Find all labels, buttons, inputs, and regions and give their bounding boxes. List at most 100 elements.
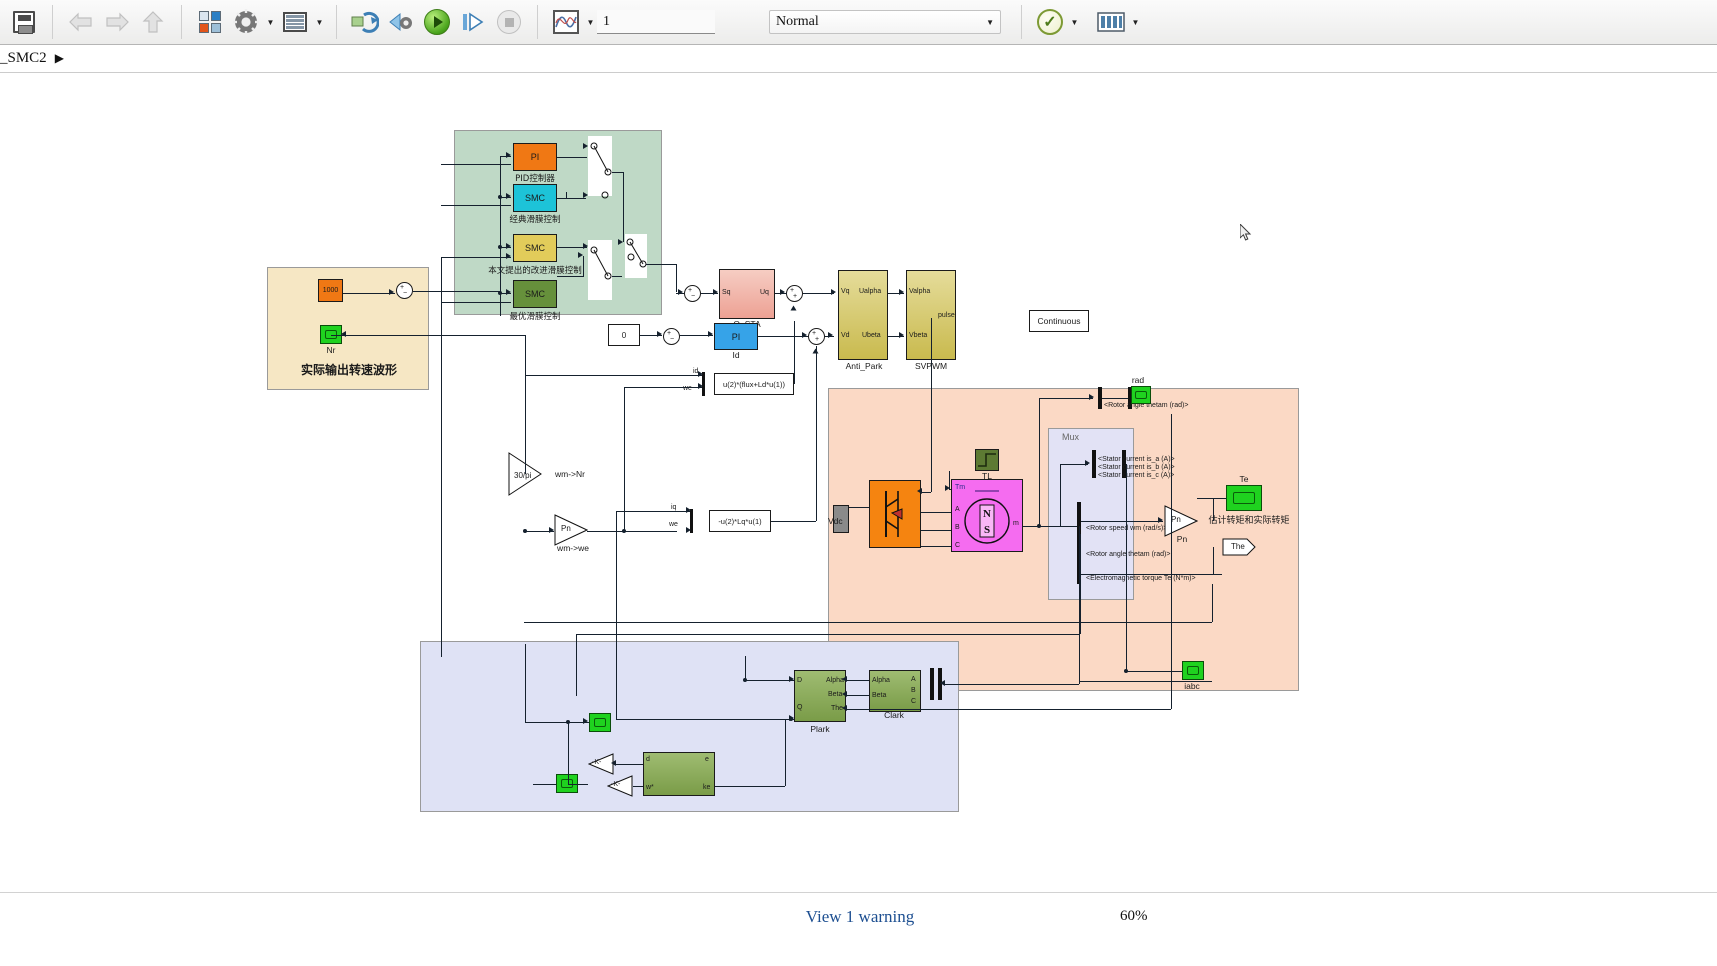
- smc-improved-text: SMC: [525, 243, 545, 253]
- sum-speed-error[interactable]: + −: [396, 282, 413, 299]
- build-model-dropdown[interactable]: [1129, 7, 1142, 37]
- arrow-speedref: [389, 289, 394, 295]
- stop-icon: [497, 10, 521, 34]
- wire-pulse-h: [921, 492, 931, 493]
- gain-pn2-shape[interactable]: [1164, 505, 1198, 537]
- forward-button[interactable]: [101, 6, 133, 38]
- svpwm-port-vbeta: Vbeta: [909, 332, 928, 339]
- back-button[interactable]: [65, 6, 97, 38]
- constant-zero-value: 0: [621, 330, 627, 340]
- wire-dq-out-v: [785, 719, 786, 786]
- model-settings-button[interactable]: [230, 6, 262, 38]
- step-forward-button[interactable]: [457, 6, 489, 38]
- breadcrumb-caret-icon[interactable]: ▶: [55, 51, 64, 66]
- toolbar-divider: [181, 5, 182, 39]
- arrow-err-smc2: [506, 243, 511, 249]
- sum-id-error[interactable]: + −: [663, 328, 680, 345]
- inverter-bridge-block[interactable]: [869, 480, 921, 548]
- arrow-angle-bus: [1089, 394, 1094, 400]
- scope-iabc[interactable]: [1182, 661, 1204, 680]
- smc-optimal-label: 最优滑膜控制: [509, 312, 561, 322]
- constant-zero-block[interactable]: 0: [608, 324, 640, 346]
- wire-clark-h1: [944, 684, 1079, 685]
- up-to-parent-button[interactable]: [137, 6, 169, 38]
- constant-speed-block[interactable]: 1000: [318, 279, 343, 302]
- wire-pn-fcn1: [624, 387, 702, 388]
- model-explorer-dropdown[interactable]: [313, 7, 326, 37]
- smc-optimal-block[interactable]: SMC: [513, 280, 557, 308]
- dq-port-ke: ke: [703, 784, 711, 791]
- anti-park-label: Anti_Park: [845, 361, 883, 371]
- model-settings-dropdown[interactable]: [264, 7, 277, 37]
- stop-button[interactable]: [493, 6, 525, 38]
- library-browser-button[interactable]: [194, 6, 226, 38]
- simulation-time-input[interactable]: 1: [597, 10, 715, 34]
- model-canvas[interactable]: 实际输出转速波形 Mux 1000 Nr PI PID控制器 SMC 经典滑膜控…: [0, 74, 1717, 892]
- clark-port-b: B: [911, 687, 916, 694]
- continuous-solver-block[interactable]: Continuous: [1029, 310, 1089, 332]
- smc-classic-block[interactable]: SMC: [513, 184, 557, 212]
- wire-k2-dq: [633, 786, 643, 787]
- manual-switch-2-icon[interactable]: [586, 238, 616, 304]
- arrow-vd-in: [828, 332, 833, 338]
- arrow-smc2-out: [583, 243, 588, 249]
- wire-iabc-v: [1126, 464, 1127, 671]
- wire-pn2-te: [1197, 498, 1226, 499]
- model-explorer-button[interactable]: [279, 6, 311, 38]
- model-advisor-button[interactable]: ✓: [1034, 6, 1066, 38]
- data-inspector-button[interactable]: [550, 6, 582, 38]
- fcn-lq-block[interactable]: -u(2)*Lq*u(1): [709, 510, 771, 532]
- zoom-level-label: 60%: [1120, 908, 1148, 924]
- pmsm-motor-icon: N S: [964, 489, 1010, 544]
- wire-angle-scope: [1102, 398, 1128, 399]
- build-model-button[interactable]: [1095, 6, 1127, 38]
- arrow-fcn1-we: [698, 383, 703, 389]
- simulation-mode-value: Normal: [776, 14, 819, 29]
- anti-park-block[interactable]: [838, 270, 888, 360]
- wire-clark-plark-b: [846, 695, 869, 696]
- signal-stator-b: <Stator current is_b (A)>: [1098, 464, 1175, 471]
- scope-rad[interactable]: [1131, 386, 1151, 404]
- scope-transform-1[interactable]: [589, 713, 611, 732]
- simulation-mode-select[interactable]: Normal: [769, 10, 1001, 34]
- data-inspector-dropdown[interactable]: [584, 7, 597, 37]
- breadcrumb[interactable]: _SMC2 ▶: [0, 45, 1717, 73]
- sum-vq-decouple[interactable]: + +: [786, 285, 803, 302]
- model-advisor-dropdown[interactable]: [1068, 7, 1081, 37]
- waveform-icon: [555, 16, 577, 28]
- wire-k1-dq: [614, 764, 643, 765]
- arrow-sumvq-in: [780, 289, 785, 295]
- wire-fb-h3: [441, 205, 511, 206]
- run-button[interactable]: [421, 6, 453, 38]
- wire-longfb2-v: [1212, 584, 1213, 622]
- sum-vd-decouple[interactable]: + +: [808, 328, 825, 345]
- fast-restart-button[interactable]: [385, 6, 417, 38]
- arrow-plark-d: [789, 676, 794, 682]
- svpwm-port-pulse: pulse: [938, 312, 955, 319]
- save-button[interactable]: [8, 6, 40, 38]
- toolbar-divider: [1021, 5, 1022, 39]
- up-arrow-icon: [142, 11, 164, 33]
- tl-step-block[interactable]: [975, 449, 999, 471]
- warning-link[interactable]: View 1 warning: [806, 907, 915, 927]
- sum-minus-3: −: [670, 336, 675, 343]
- bus-selector-currents-in[interactable]: [1092, 450, 1096, 478]
- wire-30pi-v2: [525, 335, 526, 452]
- wire-pn-up: [624, 387, 625, 531]
- fcn-flux-block[interactable]: u(2)*(flux+Ld*u(1)): [714, 373, 794, 395]
- pi-id-block[interactable]: PI: [714, 323, 758, 350]
- pi-controller-block[interactable]: PI: [513, 143, 557, 171]
- motor-port-tm: Tm: [955, 484, 966, 491]
- sum-iq-error[interactable]: + −: [684, 285, 701, 302]
- q-sta-port-sq: Sq: [722, 289, 731, 296]
- plark-label: Plark: [810, 724, 830, 734]
- breadcrumb-model-name[interactable]: _SMC2: [0, 50, 47, 67]
- svpwm-port-valpha: Valpha: [909, 288, 931, 295]
- update-model-button[interactable]: [349, 6, 381, 38]
- gain-pn-shape[interactable]: [554, 514, 588, 546]
- arrow-fcn1-id: [698, 371, 703, 377]
- scope-te[interactable]: [1226, 485, 1262, 511]
- demux-clark-in[interactable]: [930, 668, 934, 700]
- smc-improved-block[interactable]: SMC: [513, 234, 557, 262]
- te-scope-label: 估计转矩和实际转矩: [1208, 516, 1290, 526]
